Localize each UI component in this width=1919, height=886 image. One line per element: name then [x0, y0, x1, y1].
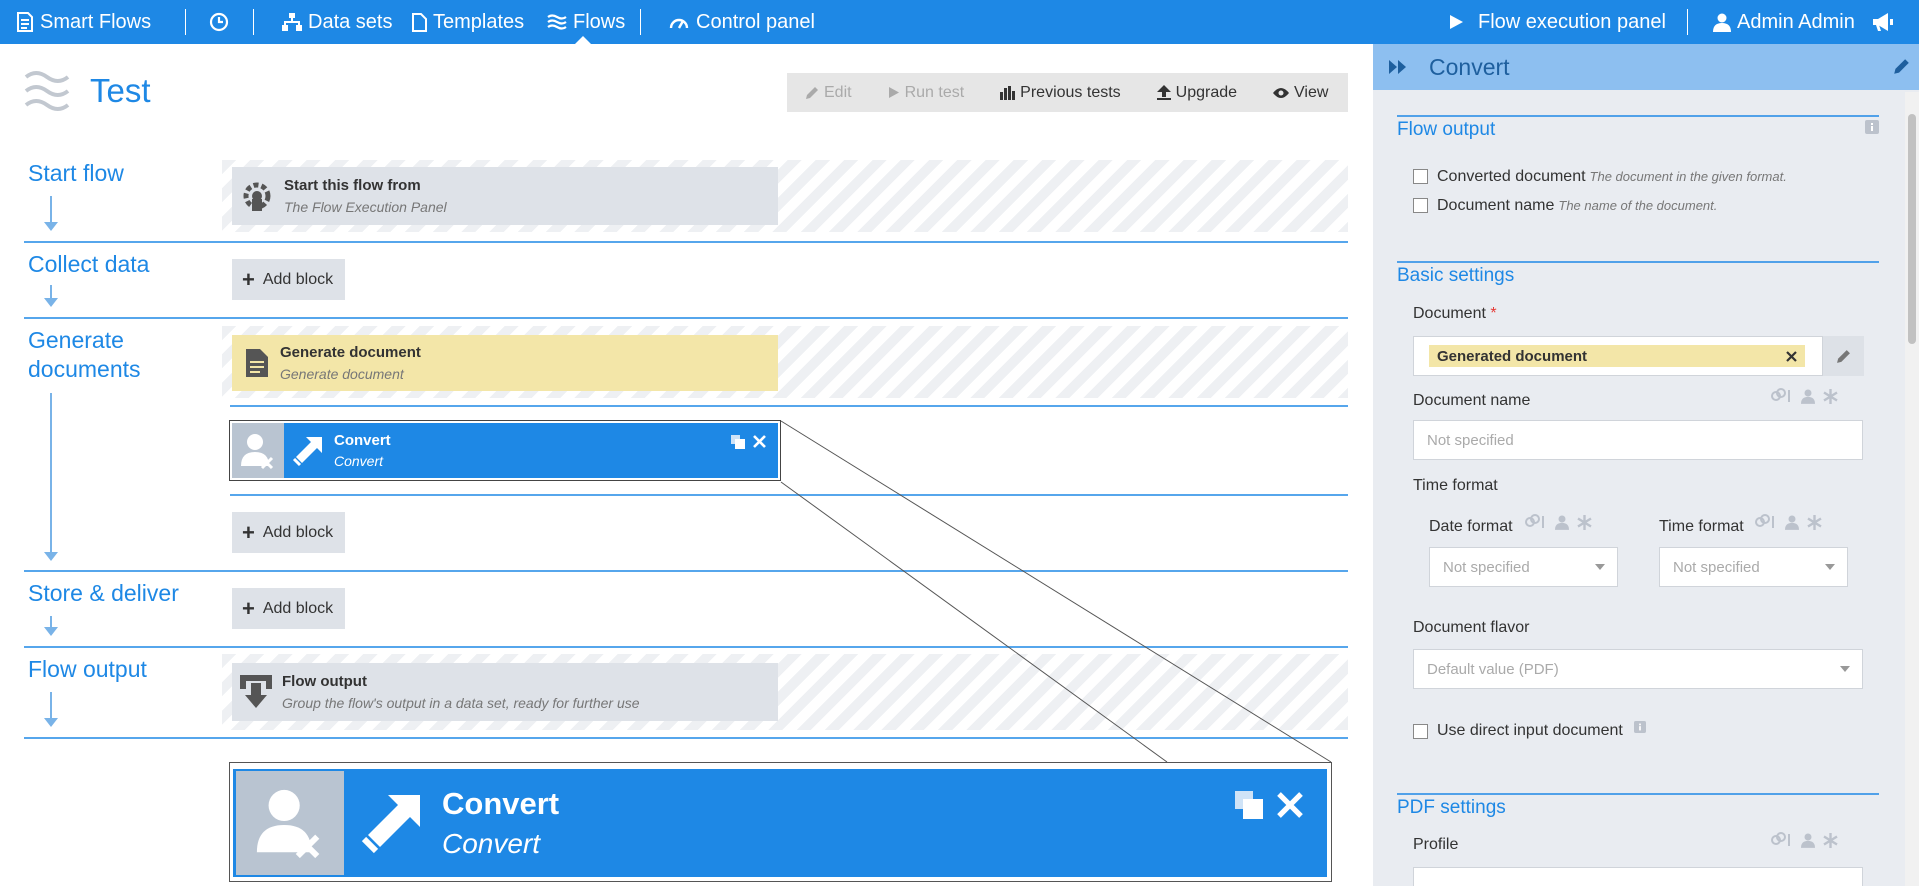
selected-document-tag[interactable]: Generated document — [1429, 345, 1805, 367]
nav-flow-execution-label: Flow execution panel — [1478, 10, 1666, 33]
panel-title: Convert — [1429, 54, 1510, 80]
nav-separator — [1687, 9, 1688, 35]
date-format-value: Not specified — [1443, 558, 1530, 576]
zoom-title: Convert — [442, 786, 560, 821]
pencil-icon[interactable] — [1893, 58, 1910, 75]
asterisk-icon[interactable] — [1577, 514, 1592, 530]
close-icon — [1277, 792, 1303, 818]
document-name-checkbox[interactable] — [1413, 198, 1428, 213]
zoomed-convert-block: Convert Convert — [233, 769, 1327, 877]
link-variable-icon[interactable] — [1771, 832, 1793, 848]
pdf-settings-heading: PDF settings — [1397, 797, 1506, 818]
zoom-callout-lines — [780, 420, 1332, 763]
selected-document-value: Generated document — [1437, 347, 1588, 365]
document-name-label: Document name — [1413, 392, 1531, 409]
remove-icon[interactable] — [1786, 350, 1797, 362]
output-item-description: The name of the document. — [1558, 198, 1718, 213]
panel-scrollbar[interactable] — [1905, 92, 1919, 886]
asterisk-icon[interactable] — [1823, 832, 1838, 848]
link-variable-icon[interactable] — [1525, 514, 1547, 530]
play-icon — [1450, 15, 1463, 29]
user-icon[interactable] — [1785, 515, 1799, 530]
pencil-icon — [1837, 349, 1850, 363]
nav-flow-execution-panel[interactable]: Flow execution panel — [1448, 0, 1666, 44]
value-source-icons — [1525, 514, 1592, 530]
output-item-label: Document name — [1437, 197, 1555, 214]
user-icon — [1713, 13, 1731, 32]
document-name-placeholder: Not specified — [1427, 431, 1514, 449]
chevron-down-icon — [1595, 564, 1605, 570]
direct-input-checkbox[interactable] — [1413, 724, 1428, 739]
converted-document-checkbox[interactable] — [1413, 169, 1428, 184]
unassigned-user-icon — [236, 771, 344, 875]
zoom-subtitle: Convert — [442, 828, 541, 859]
profile-select[interactable] — [1413, 867, 1863, 886]
info-icon[interactable] — [1865, 120, 1879, 134]
document-select[interactable]: Generated document — [1413, 336, 1823, 376]
section-divider — [1397, 115, 1879, 117]
collapse-panel-icon[interactable] — [1389, 60, 1407, 74]
converted-document-label: Converted document The document in the gi… — [1437, 168, 1787, 186]
link-variable-icon[interactable] — [1755, 514, 1777, 530]
document-name-output-label: Document name The name of the document. — [1437, 197, 1717, 215]
asterisk-icon[interactable] — [1807, 514, 1822, 530]
edit-document-button[interactable] — [1823, 336, 1864, 376]
nav-announcements[interactable] — [1872, 0, 1894, 44]
flow-output-heading: Flow output — [1397, 119, 1496, 140]
document-flavor-select[interactable]: Default value (PDF) — [1413, 649, 1863, 689]
profile-label: Profile — [1413, 836, 1459, 853]
date-format-select[interactable]: Not specified — [1429, 547, 1618, 587]
copy-icon — [1235, 791, 1263, 819]
value-source-icons — [1771, 832, 1838, 848]
document-flavor-label: Document flavor — [1413, 619, 1530, 636]
nav-user[interactable]: Admin Admin — [1713, 0, 1855, 44]
chevron-down-icon — [1840, 666, 1850, 672]
document-label-text: Document — [1413, 305, 1486, 322]
required-mark: * — [1490, 305, 1497, 322]
time-format-value: Not specified — [1673, 558, 1760, 576]
output-item-label: Converted document — [1437, 168, 1586, 185]
time-format-select[interactable]: Not specified — [1659, 547, 1848, 587]
basic-settings-heading: Basic settings — [1397, 265, 1515, 286]
section-divider — [1397, 261, 1879, 263]
block-settings-panel: Convert Flow output Converted document Th… — [1373, 44, 1919, 886]
scrollbar-thumb[interactable] — [1908, 114, 1916, 344]
direct-input-label: Use direct input document — [1437, 722, 1623, 739]
value-source-icons — [1755, 514, 1822, 530]
time-format-sub-label: Time format — [1659, 518, 1744, 535]
nav-user-label: Admin Admin — [1737, 10, 1855, 33]
info-icon[interactable] — [1634, 721, 1646, 733]
link-variable-icon[interactable] — [1771, 388, 1793, 404]
section-divider — [1397, 793, 1879, 795]
date-format-label: Date format — [1429, 518, 1513, 535]
output-item-description: The document in the given format. — [1589, 169, 1787, 184]
document-flavor-value: Default value (PDF) — [1427, 660, 1559, 678]
user-icon[interactable] — [1801, 833, 1815, 848]
document-name-input[interactable]: Not specified — [1413, 420, 1863, 460]
panel-header: Convert — [1373, 44, 1919, 90]
user-icon[interactable] — [1555, 515, 1569, 530]
time-format-label: Time format — [1413, 477, 1498, 494]
chevron-down-icon — [1825, 564, 1835, 570]
user-icon[interactable] — [1801, 389, 1815, 404]
convert-arrow-icon — [361, 795, 420, 854]
value-source-icons — [1771, 388, 1838, 404]
asterisk-icon[interactable] — [1823, 388, 1838, 404]
megaphone-icon — [1873, 13, 1893, 31]
document-label: Document * — [1413, 305, 1497, 323]
